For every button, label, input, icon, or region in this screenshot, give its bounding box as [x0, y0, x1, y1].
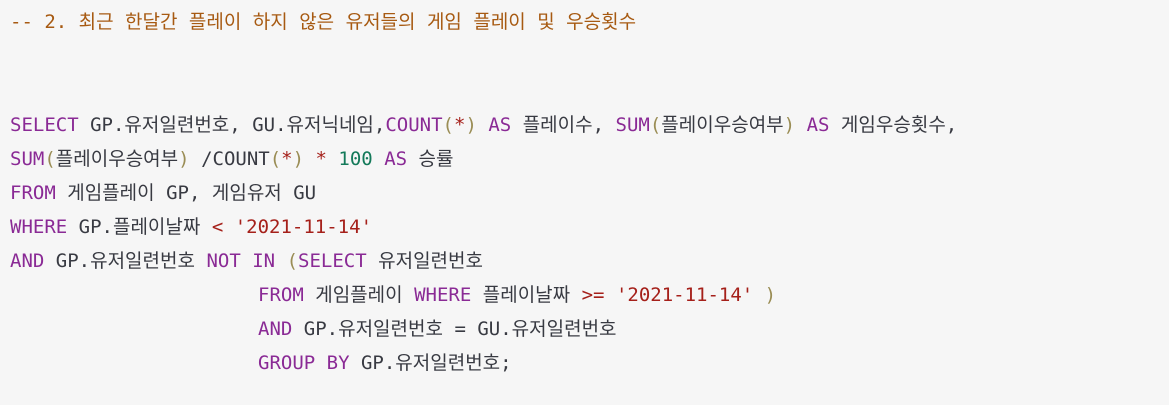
ident: 유저일련번호: [378, 250, 483, 272]
ident: GP,: [166, 182, 201, 204]
paren: (: [442, 114, 454, 136]
number: 100: [338, 148, 373, 170]
code-line-7: AND GP.유저일련번호 = GU.유저일련번호: [258, 316, 617, 342]
ident: GP.플레이날짜: [78, 216, 201, 238]
code-line-3: FROM 게임플레이 GP, 게임유저 GU: [10, 180, 316, 206]
paren: ): [783, 114, 796, 136]
fn-sum: SUM: [10, 148, 45, 170]
kw-select: SELECT: [298, 250, 367, 272]
ident: 게임플레이: [315, 284, 403, 306]
ident: GU.유저닉네임,: [252, 114, 386, 136]
code-line-1: SELECT GP.유저일련번호, GU.유저닉네임,COUNT(*) AS 플…: [10, 112, 957, 138]
kw-from: FROM: [258, 284, 304, 306]
op-gte: >=: [581, 284, 605, 306]
ident: GU.유저일련번호: [477, 318, 617, 340]
op-eq: =: [454, 318, 466, 340]
op-lt: <: [211, 216, 224, 238]
kw-and: AND: [10, 250, 45, 272]
ident: GP.유저일련번호,: [90, 114, 241, 136]
kw-as: AS: [384, 148, 408, 170]
code-line-5: AND GP.유저일련번호 NOT IN (SELECT 유저일련번호: [10, 248, 483, 274]
paren: (: [649, 114, 662, 136]
paren: (: [286, 250, 299, 272]
string-date: '2021-11-14': [615, 284, 754, 306]
paren: ): [465, 114, 477, 136]
paren: ): [764, 284, 777, 306]
string-date: '2021-11-14': [234, 216, 373, 238]
paren: (: [44, 148, 56, 170]
kw-as: AS: [806, 114, 830, 136]
ident: 게임우승횟수,: [840, 114, 958, 136]
ident: GP.유저일련번호: [55, 250, 195, 272]
paren: (: [269, 148, 282, 170]
ident: 승률: [418, 148, 454, 170]
code-block: -- 2. 최근 한달간 플레이 하지 않은 유저들의 게임 플레이 및 우승횟…: [0, 0, 1169, 405]
ident: 플레이우승여부: [55, 148, 179, 170]
kw-as: AS: [488, 114, 512, 136]
kw-where: WHERE: [414, 284, 472, 306]
ident: GU: [293, 182, 317, 204]
op-star: *: [315, 148, 327, 170]
kw-select: SELECT: [10, 114, 79, 136]
ident: 플레이수,: [522, 114, 605, 136]
ident: 게임유저: [211, 182, 282, 204]
code-line-4: WHERE GP.플레이날짜 < '2021-11-14': [10, 214, 372, 240]
ident: 플레이우승여부: [661, 114, 784, 136]
paren: ): [292, 148, 305, 170]
ident: 게임플레이: [67, 182, 155, 204]
code-line-6: FROM 게임플레이 WHERE 플레이날짜 >= '2021-11-14' ): [258, 282, 776, 308]
ident: 플레이날짜: [482, 284, 571, 306]
fn-sum: SUM: [615, 114, 650, 136]
kw-from: FROM: [10, 182, 56, 204]
kw-group-by: GROUP BY: [258, 352, 350, 374]
comment-line: -- 2. 최근 한달간 플레이 하지 않은 유저들의 게임 플레이 및 우승횟…: [10, 11, 637, 33]
op-star: *: [281, 148, 293, 170]
fn-count: COUNT: [385, 114, 443, 136]
op-star: *: [454, 114, 466, 136]
kw-and: AND: [258, 318, 293, 340]
ident: GP.유저일련번호;: [360, 352, 512, 374]
code-line-2: SUM(플레이우승여부) /COUNT(*) * 100 AS 승률: [10, 146, 454, 172]
code-line-8: GROUP BY GP.유저일련번호;: [258, 350, 512, 376]
ident: GP.유저일련번호: [303, 318, 443, 340]
kw-in: IN: [252, 250, 276, 272]
kw-not: NOT: [206, 250, 241, 272]
ident: /COUNT: [201, 148, 270, 170]
kw-where: WHERE: [10, 216, 68, 238]
paren: ): [178, 148, 190, 170]
